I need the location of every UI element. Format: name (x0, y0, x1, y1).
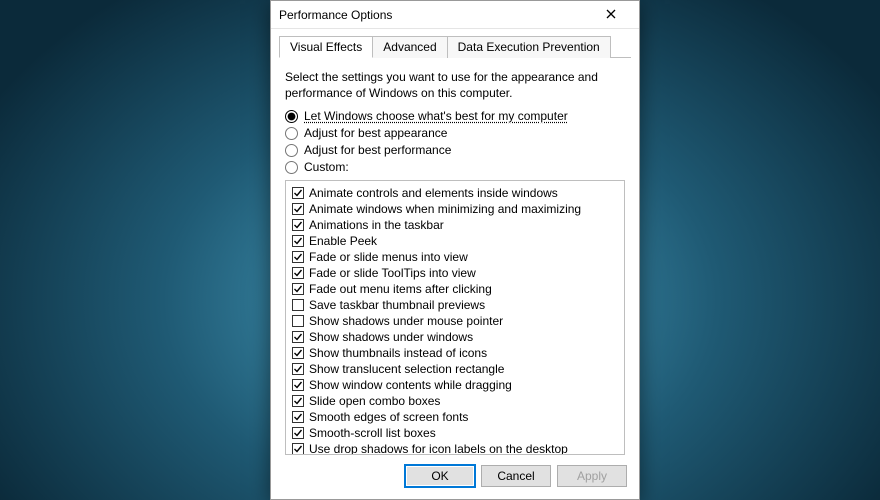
checkbox[interactable] (292, 251, 304, 263)
checkbox[interactable] (292, 235, 304, 247)
close-icon (606, 8, 616, 22)
radio-label: Let Windows choose what's best for my co… (304, 109, 568, 123)
tab-content-visual-effects: Select the settings you want to use for … (271, 58, 639, 455)
effect-label: Save taskbar thumbnail previews (309, 297, 485, 313)
effect-label: Show thumbnails instead of icons (309, 345, 487, 361)
effect-item[interactable]: Save taskbar thumbnail previews (290, 297, 620, 313)
effect-item[interactable]: Animate controls and elements inside win… (290, 185, 620, 201)
effect-item[interactable]: Fade out menu items after clicking (290, 281, 620, 297)
radio-label: Custom: (304, 160, 349, 174)
checkbox[interactable] (292, 411, 304, 423)
radio-option-1[interactable]: Adjust for best appearance (285, 126, 625, 140)
effect-item[interactable]: Fade or slide menus into view (290, 249, 620, 265)
radio-input[interactable] (285, 144, 298, 157)
checkbox[interactable] (292, 347, 304, 359)
titlebar[interactable]: Performance Options (271, 1, 639, 29)
description-text: Select the settings you want to use for … (285, 70, 625, 101)
dialog-title: Performance Options (279, 8, 591, 22)
radio-option-0[interactable]: Let Windows choose what's best for my co… (285, 109, 625, 123)
effects-list[interactable]: Animate controls and elements inside win… (285, 180, 625, 455)
effect-label: Show shadows under mouse pointer (309, 313, 503, 329)
checkbox[interactable] (292, 203, 304, 215)
effect-item[interactable]: Slide open combo boxes (290, 393, 620, 409)
effect-label: Smooth-scroll list boxes (309, 425, 436, 441)
effect-label: Animate controls and elements inside win… (309, 185, 558, 201)
checkbox[interactable] (292, 363, 304, 375)
effect-item[interactable]: Smooth-scroll list boxes (290, 425, 620, 441)
checkbox[interactable] (292, 315, 304, 327)
effect-item[interactable]: Animations in the taskbar (290, 217, 620, 233)
effect-item[interactable]: Show shadows under mouse pointer (290, 313, 620, 329)
effect-item[interactable]: Show window contents while dragging (290, 377, 620, 393)
checkbox[interactable] (292, 379, 304, 391)
effect-item[interactable]: Fade or slide ToolTips into view (290, 265, 620, 281)
checkbox[interactable] (292, 331, 304, 343)
radio-option-2[interactable]: Adjust for best performance (285, 143, 625, 157)
effect-label: Show shadows under windows (309, 329, 473, 345)
close-button[interactable] (591, 1, 631, 28)
radio-input[interactable] (285, 127, 298, 140)
checkbox[interactable] (292, 395, 304, 407)
effect-label: Animate windows when minimizing and maxi… (309, 201, 581, 217)
checkbox[interactable] (292, 187, 304, 199)
effect-label: Enable Peek (309, 233, 377, 249)
radio-option-3[interactable]: Custom: (285, 160, 625, 174)
effect-label: Fade or slide menus into view (309, 249, 468, 265)
tab-data-execution-prevention[interactable]: Data Execution Prevention (448, 36, 611, 58)
effect-item[interactable]: Animate windows when minimizing and maxi… (290, 201, 620, 217)
checkbox[interactable] (292, 443, 304, 455)
effect-item[interactable]: Enable Peek (290, 233, 620, 249)
tab-advanced[interactable]: Advanced (373, 36, 447, 58)
effect-label: Slide open combo boxes (309, 393, 440, 409)
effect-item[interactable]: Show translucent selection rectangle (290, 361, 620, 377)
tab-visual-effects[interactable]: Visual Effects (279, 36, 373, 58)
dialog-buttons: OK Cancel Apply (271, 455, 639, 499)
checkbox[interactable] (292, 427, 304, 439)
radio-input[interactable] (285, 161, 298, 174)
radio-input[interactable] (285, 110, 298, 123)
radio-label: Adjust for best appearance (304, 126, 447, 140)
effect-item[interactable]: Show shadows under windows (290, 329, 620, 345)
checkbox[interactable] (292, 267, 304, 279)
effect-item[interactable]: Smooth edges of screen fonts (290, 409, 620, 425)
radio-label: Adjust for best performance (304, 143, 451, 157)
effect-item[interactable]: Show thumbnails instead of icons (290, 345, 620, 361)
effect-label: Animations in the taskbar (309, 217, 444, 233)
tab-strip: Visual EffectsAdvancedData Execution Pre… (271, 29, 639, 58)
cancel-button[interactable]: Cancel (481, 465, 551, 487)
effect-label: Fade out menu items after clicking (309, 281, 492, 297)
effect-label: Smooth edges of screen fonts (309, 409, 468, 425)
effect-label: Use drop shadows for icon labels on the … (309, 441, 568, 455)
checkbox[interactable] (292, 219, 304, 231)
effect-label: Show translucent selection rectangle (309, 361, 504, 377)
radio-group: Let Windows choose what's best for my co… (285, 109, 625, 174)
ok-button[interactable]: OK (405, 465, 475, 487)
effect-label: Fade or slide ToolTips into view (309, 265, 476, 281)
apply-button[interactable]: Apply (557, 465, 627, 487)
effect-item[interactable]: Use drop shadows for icon labels on the … (290, 441, 620, 455)
performance-options-dialog: Performance Options Visual EffectsAdvanc… (270, 0, 640, 500)
effect-label: Show window contents while dragging (309, 377, 512, 393)
checkbox[interactable] (292, 283, 304, 295)
checkbox[interactable] (292, 299, 304, 311)
